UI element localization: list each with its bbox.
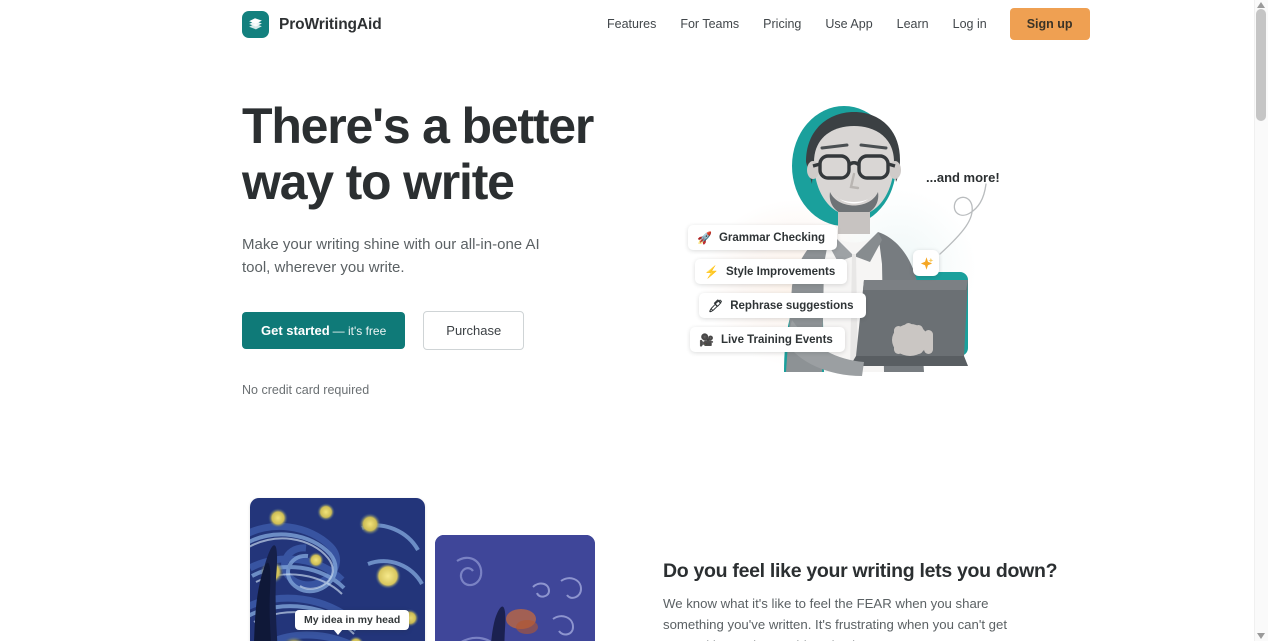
feature-chip-list: 🚀 Grammar Checking ⚡ Style Improvements …	[688, 225, 866, 352]
hero-illustration: 🚀 Grammar Checking ⚡ Style Improvements …	[648, 90, 1048, 400]
feature-chip-label: Rephrase suggestions	[730, 299, 854, 312]
feature-chip-live-training-events[interactable]: 🎥 Live Training Events	[690, 327, 845, 352]
hero-title-line-1: There's a better	[242, 98, 594, 154]
hand-drawn-arrow-icon	[939, 183, 987, 255]
lightning-icon: ⚡	[704, 264, 719, 279]
hero-copy: There's a better way to write Make your …	[242, 98, 642, 397]
site-header: ProWritingAid Features For Teams Pricing…	[0, 0, 1254, 48]
feature-chip-rephrase-suggestions[interactable]: 🖊 Rephrase suggestions	[699, 293, 866, 318]
feature-chip-style-improvements[interactable]: ⚡ Style Improvements	[695, 259, 848, 284]
brand-name: ProWritingAid	[279, 15, 382, 33]
idea-in-my-head-label: My idea in my head	[295, 610, 410, 635]
no-credit-card-note: No credit card required	[242, 383, 370, 397]
illustration-cards: My idea in my head	[250, 498, 650, 641]
sign-up-button[interactable]: Sign up	[1009, 8, 1090, 40]
page-scrollbar[interactable]	[1254, 0, 1268, 641]
book-check-icon	[242, 11, 269, 38]
feature-chip-label: Grammar Checking	[718, 231, 826, 244]
get-started-suffix: — it's free	[332, 324, 387, 338]
main-nav: Features For Teams Pricing Use App Learn…	[600, 0, 1090, 48]
scrollbar-thumb[interactable]	[1256, 9, 1266, 121]
section-body: We know what it's like to feel the FEAR …	[663, 596, 1008, 641]
brand-logo[interactable]: ProWritingAid	[242, 11, 382, 38]
page-root: ProWritingAid Features For Teams Pricing…	[0, 0, 1268, 641]
hero-subtitle: Make your writing shine with our all-in-…	[242, 236, 540, 276]
get-started-label: Get started	[261, 323, 330, 338]
feature-chip-grammar-checking[interactable]: 🚀 Grammar Checking	[688, 225, 838, 250]
nav-item-use-app[interactable]: Use App	[813, 11, 884, 37]
feature-chip-label: Style Improvements	[725, 265, 836, 278]
hero-title-line-2: way to write	[242, 154, 515, 210]
caret-up-icon[interactable]	[1257, 2, 1265, 8]
rocket-icon: 🚀	[697, 230, 712, 245]
simplified-painting-card	[435, 535, 595, 641]
purchase-button[interactable]: Purchase	[423, 311, 525, 350]
section-heading: Do you feel like your writing lets you d…	[663, 560, 1058, 582]
feature-chip-label: Live Training Events	[720, 333, 833, 346]
nav-item-features[interactable]: Features	[600, 11, 668, 37]
nav-item-learn[interactable]: Learn	[885, 11, 941, 37]
magic-wand-icon: 🖊	[708, 298, 724, 313]
writing-lets-you-down-section: Do you feel like your writing lets you d…	[663, 560, 1063, 641]
nav-item-pricing[interactable]: Pricing	[751, 11, 813, 37]
nav-item-log-in[interactable]: Log in	[941, 11, 999, 37]
movie-camera-icon: 🎥	[699, 332, 714, 347]
hero-cta-row: Get started — it's free Purchase	[242, 311, 642, 350]
nav-item-for-teams[interactable]: For Teams	[668, 11, 751, 37]
caret-down-icon[interactable]	[1257, 633, 1265, 639]
get-started-button[interactable]: Get started — it's free	[242, 312, 406, 349]
page-title: There's a better way to write	[242, 98, 642, 210]
